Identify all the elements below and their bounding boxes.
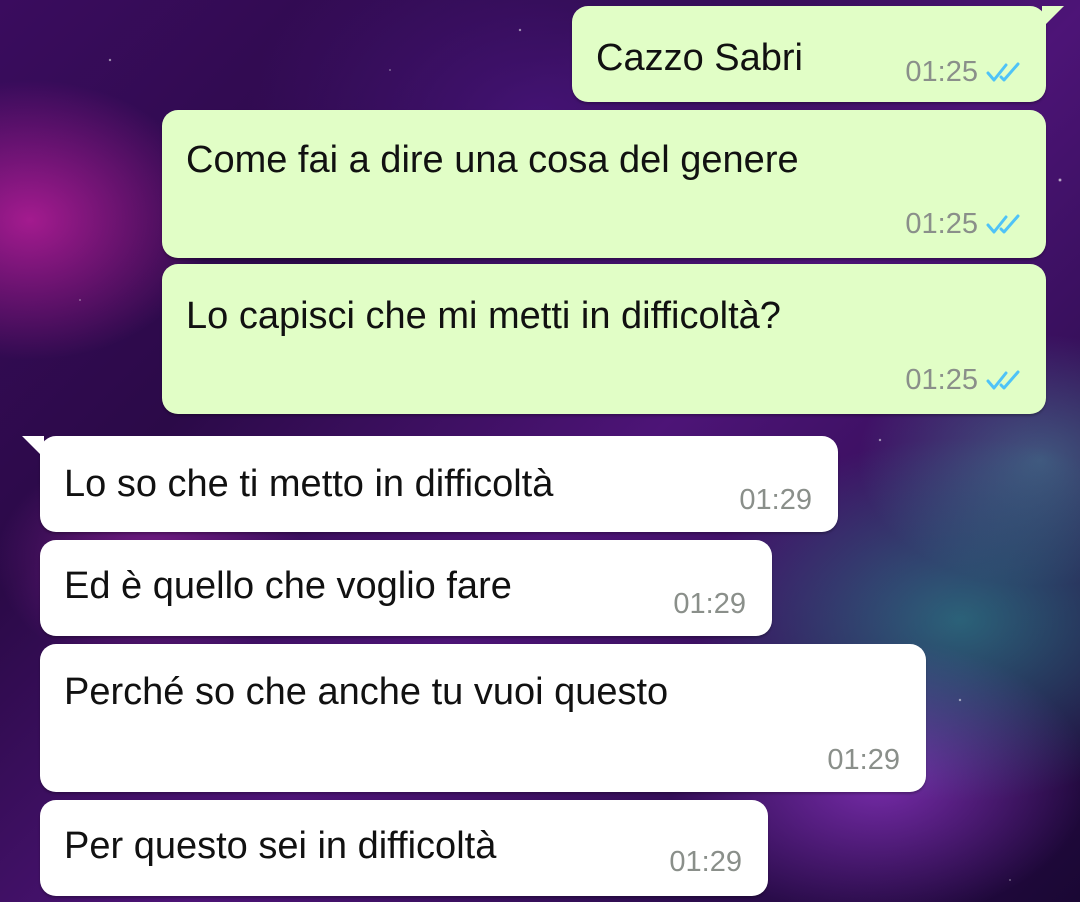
message-text: Lo capisci che mi metti in difficoltà?: [186, 295, 781, 337]
message-text: Perché so che anche tu vuoi questo: [64, 671, 669, 713]
bubble-tail: [1042, 6, 1064, 28]
message-time: 01:29: [739, 484, 812, 516]
read-double-check-icon: [986, 214, 1020, 234]
incoming-message-bubble[interactable]: Per questo sei in difficoltà 01:29: [40, 800, 768, 896]
outgoing-message-bubble[interactable]: Lo capisci che mi metti in difficoltà? 0…: [162, 264, 1046, 414]
message-time: 01:29: [827, 744, 900, 776]
message-time: 01:25: [905, 364, 978, 396]
outgoing-message-bubble[interactable]: Come fai a dire una cosa del genere 01:2…: [162, 110, 1046, 258]
message-meta: 01:25: [905, 208, 1026, 240]
message-meta: 01:25: [905, 56, 1026, 88]
message-text: Ed è quello che voglio fare: [64, 565, 512, 607]
message-meta: 01:25: [905, 364, 1026, 396]
message-text: Come fai a dire una cosa del genere: [186, 139, 799, 181]
outgoing-message-bubble[interactable]: Cazzo Sabri 01:25: [572, 6, 1064, 102]
incoming-message-bubble[interactable]: Perché so che anche tu vuoi questo 01:29: [40, 644, 926, 792]
message-time: 01:25: [905, 56, 978, 88]
message-text: Cazzo Sabri: [596, 37, 803, 79]
bubble-tail: [22, 436, 44, 458]
message-text: Lo so che ti metto in difficoltà: [64, 463, 554, 505]
incoming-message-bubble[interactable]: Ed è quello che voglio fare 01:29: [40, 540, 772, 636]
message-meta: 01:29: [827, 744, 900, 776]
read-double-check-icon: [986, 62, 1020, 82]
incoming-message-bubble[interactable]: Lo so che ti metto in difficoltà 01:29: [22, 436, 838, 532]
message-time: 01:29: [669, 846, 742, 878]
message-meta: 01:29: [669, 846, 742, 878]
message-time: 01:29: [673, 588, 746, 620]
message-meta: 01:29: [673, 588, 746, 620]
read-double-check-icon: [986, 370, 1020, 390]
message-time: 01:25: [905, 208, 978, 240]
message-text: Per questo sei in difficoltà: [64, 825, 497, 867]
message-meta: 01:29: [739, 484, 812, 516]
